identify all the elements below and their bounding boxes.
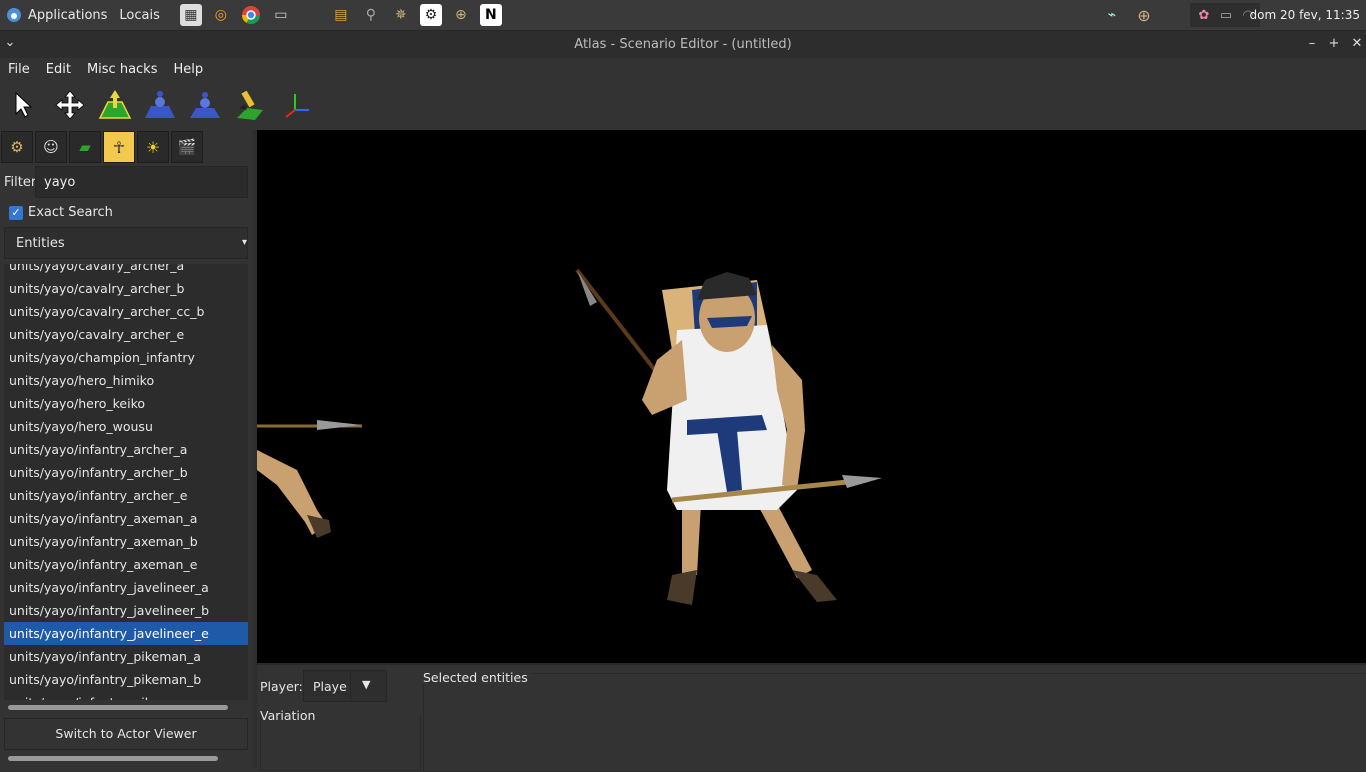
system-monitor-icon[interactable]: ⌁: [1100, 4, 1124, 26]
notion-icon[interactable]: N: [479, 4, 502, 26]
applications-label: Applications: [28, 7, 108, 23]
clock[interactable]: dom 20 fev, 11:35: [1250, 0, 1360, 30]
list-item[interactable]: units/yayo/infantry_archer_e: [4, 484, 248, 507]
list-item[interactable]: units/yayo/infantry_axeman_e: [4, 553, 248, 576]
terrain-elevation-tool-icon[interactable]: [96, 86, 134, 124]
list-item[interactable]: units/yayo/cavalry_archer_cc_b: [4, 300, 248, 323]
places-label: Locais: [119, 7, 160, 23]
notification-icon[interactable]: ✿: [1194, 4, 1214, 26]
object-type-select[interactable]: Entities ▾: [4, 227, 248, 259]
chevron-down-icon: ▼: [362, 678, 371, 691]
window-titlebar: ⌄ Atlas - Scenario Editor - (untitled) –…: [0, 31, 1366, 58]
tab-map-settings[interactable]: ⚙: [1, 131, 33, 163]
list-horizontal-scrollbar[interactable]: [8, 705, 228, 710]
chevron-down-icon: ▾: [241, 237, 247, 248]
tab-terrain[interactable]: ▰: [69, 131, 101, 163]
menu-file[interactable]: File: [0, 62, 38, 77]
keyboard-icon[interactable]: ▭: [1216, 4, 1236, 26]
filter-label: Filter: [4, 175, 37, 190]
maximize-icon[interactable]: +: [1326, 36, 1342, 51]
file-manager-icon[interactable]: ▦: [179, 4, 202, 26]
minimize-icon[interactable]: –: [1304, 36, 1320, 51]
window-title: Atlas - Scenario Editor - (untitled): [574, 37, 792, 52]
left-panel: ⚙ ☺ ▰ ☥ ☀ 🎬 Filter ✓ Exact Search Entiti…: [0, 130, 253, 768]
list-item[interactable]: units/yayo/cavalry_archer_e: [4, 323, 248, 346]
blender-icon[interactable]: ◎: [210, 4, 232, 26]
selected-entities-label: Selected entities: [423, 670, 531, 685]
tab-environment[interactable]: ☀: [137, 131, 169, 163]
list-item[interactable]: units/yayo/cavalry_archer_a: [4, 264, 248, 277]
list-item[interactable]: units/yayo/infantry_archer_a: [4, 438, 248, 461]
archive-icon[interactable]: ▤: [330, 4, 352, 26]
crosshair-tray-icon[interactable]: ⊕: [1132, 4, 1156, 26]
magnifier-icon[interactable]: ⚲: [360, 4, 382, 26]
list-item[interactable]: units/yayo/hero_wousu: [4, 415, 248, 438]
variation-label: Variation: [260, 708, 316, 723]
close-icon[interactable]: ✕: [1349, 36, 1365, 51]
switch-to-actor-viewer-button[interactable]: Switch to Actor Viewer: [4, 718, 248, 750]
player-label: Player:: [260, 679, 303, 694]
editor-toolbar: [0, 80, 1366, 130]
list-item[interactable]: units/yayo/infantry_pikeman_a: [4, 645, 248, 668]
exact-search-label: Exact Search: [28, 205, 113, 220]
exact-search-checkbox[interactable]: ✓: [9, 206, 23, 220]
settings-gear-icon[interactable]: ⚙: [419, 4, 442, 26]
unit-model-render: [257, 268, 882, 605]
terrain-smooth-tool-icon[interactable]: [141, 86, 179, 124]
menu-misc-hacks[interactable]: Misc hacks: [79, 62, 166, 77]
object-type-value: Entities: [16, 236, 65, 251]
chrome-icon[interactable]: [240, 4, 262, 26]
list-item[interactable]: units/yayo/hero_himiko: [4, 369, 248, 392]
places-menu[interactable]: Locais: [113, 0, 165, 30]
xfce-logo-icon: [7, 8, 21, 22]
entity-list[interactable]: units/yayo/cavalry_archer_a units/yayo/ca…: [4, 264, 248, 700]
selected-entities-group: [423, 673, 1366, 772]
applications-menu[interactable]: Applications: [0, 0, 113, 30]
bottom-panel: Player: Player ▼ Variation Selected enti…: [257, 663, 1366, 772]
folder-icon[interactable]: ▭: [270, 4, 292, 26]
compass-icon[interactable]: ✵: [390, 4, 412, 26]
player-select-value: Player: [313, 679, 347, 694]
list-item[interactable]: units/yayo/infantry_pikeman_b: [4, 668, 248, 691]
list-item[interactable]: units/yayo/infantry_axeman_a: [4, 507, 248, 530]
tab-object[interactable]: ☥: [103, 131, 135, 163]
list-item[interactable]: units/yayo/infantry_archer_b: [4, 461, 248, 484]
terrain-flatten-tool-icon[interactable]: [186, 86, 224, 124]
list-item[interactable]: units/yayo/infantry_javelineer_b: [4, 599, 248, 622]
sun-icon: ☀: [145, 137, 161, 157]
player-select[interactable]: Player ▼: [303, 670, 387, 702]
clapperboard-icon: 🎬: [177, 138, 197, 156]
tab-player[interactable]: ☺: [35, 131, 67, 163]
menubar: File Edit Misc hacks Help: [0, 58, 1366, 80]
filter-input[interactable]: [35, 166, 248, 198]
crosshair-icon[interactable]: ⊕: [450, 4, 472, 26]
transform-axes-tool-icon[interactable]: [277, 86, 315, 124]
list-item[interactable]: units/yayo/infantry_javelineer_a: [4, 576, 248, 599]
select-tool-icon[interactable]: [6, 86, 44, 124]
soldier-icon: ☥: [113, 137, 125, 157]
3d-viewport[interactable]: [257, 130, 1366, 663]
menu-help[interactable]: Help: [166, 62, 212, 77]
list-item[interactable]: units/yayo/champion_infantry: [4, 346, 248, 369]
move-tool-icon[interactable]: [51, 86, 89, 124]
panel-horizontal-scrollbar[interactable]: [8, 756, 218, 761]
menu-edit[interactable]: Edit: [38, 62, 79, 77]
gear-badge-icon: ⚙: [10, 138, 24, 156]
system-panel: Applications Locais ▦ ◎ ▭ ▤ ⚲ ✵ ⚙ ⊕ N ⌁ …: [0, 0, 1366, 31]
list-item[interactable]: units/yayo/cavalry_archer_b: [4, 277, 248, 300]
list-item[interactable]: units/yayo/infantry_javelineer_e: [4, 622, 248, 645]
tab-cinematic[interactable]: 🎬: [171, 131, 203, 163]
list-item[interactable]: units/yayo/hero_keiko: [4, 392, 248, 415]
list-item[interactable]: units/yayo/infantry_pikeman_e: [4, 691, 248, 700]
variation-group: [260, 715, 421, 771]
list-item[interactable]: units/yayo/infantry_axeman_b: [4, 530, 248, 553]
terrain-icon: ▰: [79, 138, 91, 156]
person-icon: ☺: [43, 138, 59, 156]
paint-terrain-tool-icon[interactable]: [231, 86, 269, 124]
